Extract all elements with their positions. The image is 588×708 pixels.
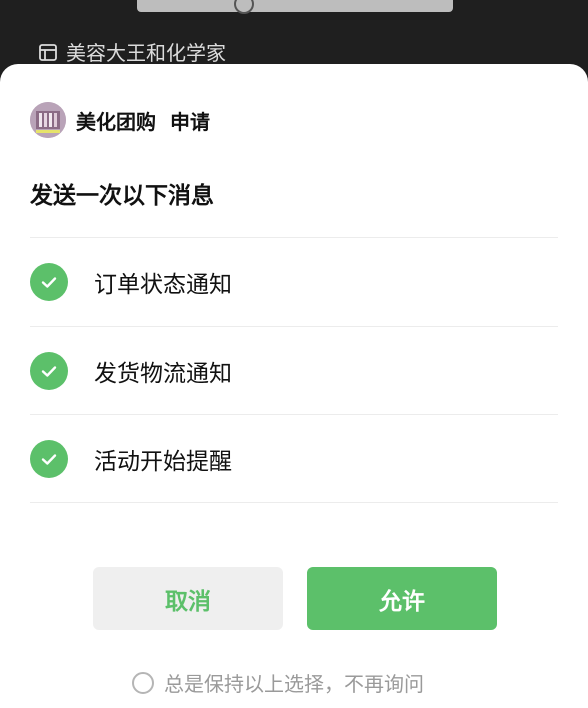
remember-choice-label: 总是保持以上选择，不再询问 [164,672,424,696]
permission-sheet: 美化团购 申请 发送一次以下消息 订单状态通知 发货物流通知 活动开始提醒 取消… [0,64,588,708]
sheet-title: 发送一次以下消息 [30,183,214,209]
list-item[interactable]: 活动开始提醒 [30,415,558,503]
allow-button[interactable]: 允许 [307,567,497,630]
background-card [137,0,453,14]
check-circle-icon[interactable] [30,440,68,478]
app-header: 美化团购 申请 [30,102,210,138]
remember-choice-row[interactable]: 总是保持以上选择，不再询问 [132,668,424,697]
list-item[interactable]: 发货物流通知 [30,327,558,415]
app-name: 美化团购 [76,109,156,134]
background-store-row: 美容大王和化学家 [38,37,226,66]
list-item-label: 发货物流通知 [94,361,232,387]
remember-radio[interactable] [132,671,154,694]
cancel-button[interactable]: 取消 [93,567,283,630]
store-name: 美容大王和化学家 [66,41,226,65]
list-item[interactable]: 订单状态通知 [30,238,558,326]
check-circle-icon[interactable] [30,263,68,301]
background-knob [234,0,254,14]
list-item-label: 订单状态通知 [94,272,232,298]
app-action-text: 申请 [170,109,210,134]
check-circle-icon[interactable] [30,352,68,390]
list-item-label: 活动开始提醒 [94,449,232,475]
app-avatar [30,102,66,138]
storefront-icon [38,42,58,62]
divider [30,502,558,503]
page: 美容大王和化学家 美化团购 申请 发送一次以下消息 订单状态通知 发货物流通知 … [0,0,588,708]
